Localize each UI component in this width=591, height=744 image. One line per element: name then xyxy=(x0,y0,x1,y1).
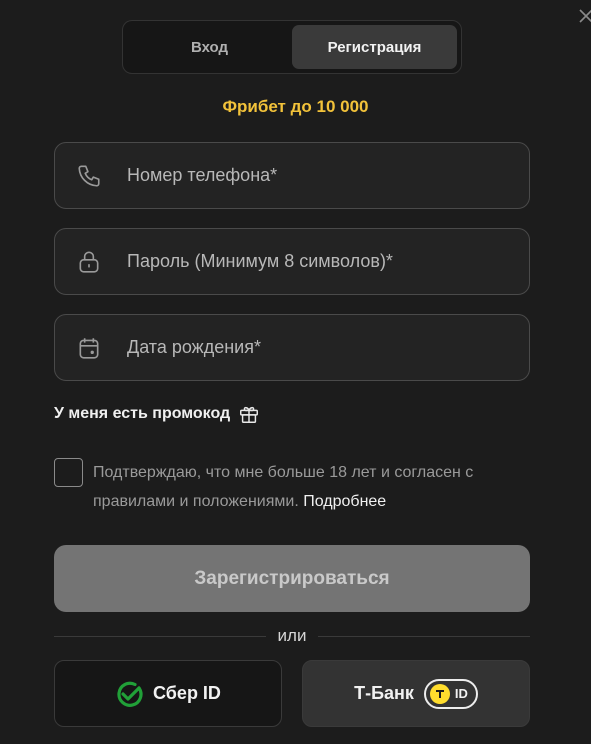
sber-id-label: Сбер ID xyxy=(153,683,221,703)
sber-id-button[interactable]: Сбер ID xyxy=(54,660,282,727)
auth-tabs: Вход Регистрация xyxy=(122,20,462,74)
agreement-checkbox[interactable] xyxy=(54,458,83,487)
password-input[interactable] xyxy=(127,229,529,294)
gift-icon xyxy=(240,406,259,423)
register-button[interactable]: Зарегистрироваться xyxy=(54,545,530,612)
or-divider: или xyxy=(54,626,531,646)
birthdate-input[interactable] xyxy=(127,315,529,380)
tbank-id-badge: ID xyxy=(423,678,478,709)
tbank-id-button[interactable]: Т-Банк ID xyxy=(302,660,530,727)
freebet-promo-text: Фрибет до 10 000 xyxy=(222,97,369,116)
tbank-id-text: ID xyxy=(454,686,468,701)
tab-login[interactable]: Вход xyxy=(127,25,292,69)
promocode-toggle[interactable]: У меня есть промокод xyxy=(54,403,260,425)
phone-input[interactable] xyxy=(127,143,529,208)
sber-logo-icon xyxy=(117,681,143,707)
birthdate-field[interactable] xyxy=(54,314,530,381)
promocode-label: У меня есть промокод xyxy=(54,405,231,422)
divider-line-right xyxy=(318,635,531,637)
phone-field[interactable] xyxy=(54,142,530,209)
agreement-details-link[interactable]: Подробнее xyxy=(303,493,386,510)
tbank-label: Т-Банк xyxy=(354,683,414,703)
lock-icon xyxy=(75,248,103,276)
tbank-shield-icon xyxy=(429,683,450,704)
phone-icon xyxy=(75,162,103,190)
divider-line-left xyxy=(54,635,266,637)
agreement-label: Подтверждаю, что мне больше 18 лет и сог… xyxy=(93,464,474,510)
password-field[interactable] xyxy=(54,228,530,295)
agreement-row: Подтверждаю, что мне больше 18 лет и сог… xyxy=(54,458,530,516)
close-icon[interactable] xyxy=(578,8,591,24)
tab-register[interactable]: Регистрация xyxy=(292,25,457,69)
divider-label: или xyxy=(277,626,307,645)
calendar-icon xyxy=(75,334,103,362)
agreement-text: Подтверждаю, что мне больше 18 лет и сог… xyxy=(93,458,530,516)
